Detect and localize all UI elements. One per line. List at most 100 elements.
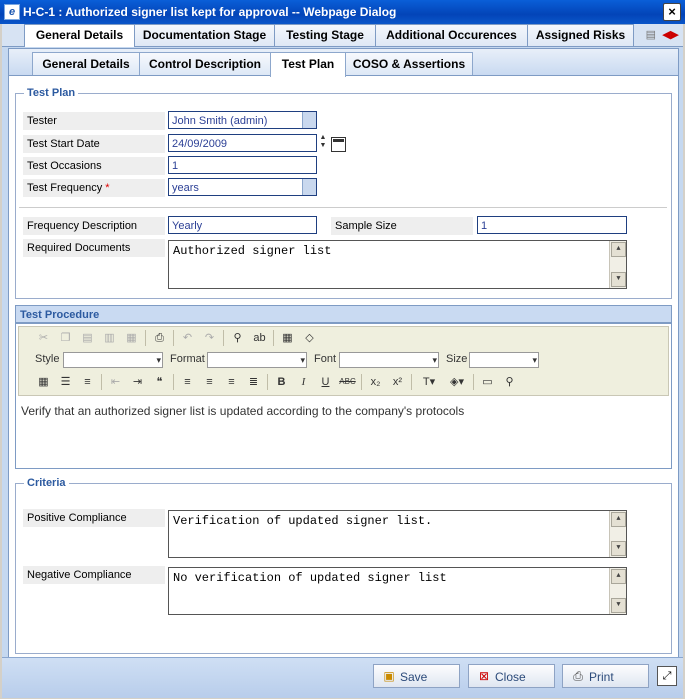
strikethrough-icon[interactable]: ABC: [339, 374, 356, 390]
start-date-input[interactable]: 24/09/2009: [168, 134, 317, 152]
tester-select[interactable]: John Smith (admin): [168, 111, 317, 129]
freq-desc-label: Frequency Description: [23, 217, 165, 235]
toolbar-divider: [411, 374, 412, 390]
scroll-down-icon[interactable]: ▼: [611, 272, 626, 287]
freq-desc-input[interactable]: Yearly: [168, 216, 317, 234]
find-icon[interactable]: ⚲: [229, 330, 246, 346]
subtab-test-plan[interactable]: Test Plan: [270, 52, 346, 77]
negative-compliance-textarea[interactable]: No verification of updated signer list ▲ ▼: [168, 567, 627, 615]
subtab-control-description[interactable]: Control Description: [139, 52, 271, 75]
toolbar-divider: [273, 330, 274, 346]
scroll-down-icon[interactable]: ▼: [611, 598, 626, 613]
size-label: Size: [446, 353, 468, 365]
paste-text-icon[interactable]: ▥: [101, 330, 118, 346]
copy-icon[interactable]: ❐: [57, 330, 74, 346]
list-icon[interactable]: ▤: [646, 29, 656, 41]
tab-testing-stage[interactable]: Testing Stage: [274, 24, 376, 46]
close-button[interactable]: ⊠ Close: [468, 664, 555, 688]
indent-icon[interactable]: ⇥: [129, 374, 146, 390]
date-spinner[interactable]: ▲ ▼: [318, 134, 328, 152]
redo-icon[interactable]: ↷: [201, 330, 218, 346]
dropdown-icon[interactable]: [302, 179, 316, 195]
window-close-button[interactable]: ×: [663, 3, 681, 21]
dropdown-icon[interactable]: [302, 112, 316, 128]
scroll-arrows-icon[interactable]: ◀▶: [662, 29, 679, 41]
scroll-up-icon[interactable]: ▲: [611, 569, 626, 584]
title-bar: e H-C-1 : Authorized signer list kept fo…: [0, 0, 685, 24]
font-select[interactable]: [339, 352, 439, 368]
print-icon[interactable]: ⎙: [151, 330, 168, 346]
scrollbar[interactable]: ▲ ▼: [609, 511, 626, 557]
tab-additional-occurences[interactable]: Additional Occurences: [375, 24, 528, 46]
positive-compliance-textarea[interactable]: Verification of updated signer list. ▲ ▼: [168, 510, 627, 558]
positive-compliance-label: Positive Compliance: [23, 509, 165, 527]
scroll-down-icon[interactable]: ▼: [611, 541, 626, 556]
table-icon[interactable]: ▦: [35, 374, 52, 390]
bold-icon[interactable]: B: [273, 374, 290, 390]
underline-icon[interactable]: U: [317, 374, 334, 390]
toolbar-divider: [173, 330, 174, 346]
frequency-label-text: Test Frequency: [27, 182, 103, 194]
tab-scroll-controls[interactable]: ▤ ◀▶: [646, 28, 679, 41]
subscript-icon[interactable]: x₂: [367, 374, 384, 390]
size-select[interactable]: [469, 352, 539, 368]
outdent-icon[interactable]: ⇤: [107, 374, 124, 390]
print-button[interactable]: ⎙ Print: [562, 664, 649, 688]
start-date-label: Test Start Date: [23, 135, 165, 153]
negative-compliance-label: Negative Compliance: [23, 566, 165, 584]
calendar-icon[interactable]: [331, 137, 346, 152]
align-center-icon[interactable]: ≡: [201, 374, 218, 390]
expand-icon[interactable]: ⤢: [657, 666, 677, 686]
footer-bar: ▣ Save ⊠ Close ⎙ Print ⤢: [2, 657, 683, 698]
replace-icon[interactable]: ab: [251, 330, 268, 346]
save-button[interactable]: ▣ Save: [373, 664, 460, 688]
tab-assigned-risks[interactable]: Assigned Risks: [527, 24, 634, 46]
paste-icon[interactable]: ▤: [79, 330, 96, 346]
text-color-icon[interactable]: T▾: [417, 374, 441, 390]
maximize-icon[interactable]: ▭: [479, 374, 496, 390]
sub-tab-bar: General Details Control Description Test…: [9, 49, 678, 77]
spin-down-icon[interactable]: ▼: [318, 142, 328, 150]
save-label: Save: [400, 670, 428, 684]
scroll-up-icon[interactable]: ▲: [611, 242, 626, 257]
style-select[interactable]: [63, 352, 163, 368]
paste-word-icon[interactable]: ▦: [123, 330, 140, 346]
superscript-icon[interactable]: x²: [389, 374, 406, 390]
preview-icon[interactable]: ⚲: [501, 374, 518, 390]
blockquote-icon[interactable]: ❝: [151, 374, 168, 390]
subtab-general-details[interactable]: General Details: [32, 52, 140, 75]
frequency-select[interactable]: years: [168, 178, 317, 196]
subtab-coso-assertions[interactable]: COSO & Assertions: [345, 52, 473, 75]
align-left-icon[interactable]: ≡: [179, 374, 196, 390]
sample-size-label: Sample Size: [331, 217, 473, 235]
undo-icon[interactable]: ↶: [179, 330, 196, 346]
eraser-icon[interactable]: ◇: [301, 330, 318, 346]
procedure-content[interactable]: Verify that an authorized signer list is…: [18, 400, 669, 466]
occasions-input[interactable]: 1: [168, 156, 317, 174]
bulleted-list-icon[interactable]: ≡: [79, 374, 96, 390]
scrollbar[interactable]: ▲ ▼: [609, 241, 626, 288]
format-label: Format: [170, 353, 205, 365]
close-icon: ⊠: [478, 669, 490, 683]
spin-up-icon[interactable]: ▲: [318, 134, 328, 142]
frequency-value: years: [172, 182, 199, 194]
required-marker: *: [105, 182, 110, 194]
align-right-icon[interactable]: ≡: [223, 374, 240, 390]
required-docs-value: Authorized signer list: [173, 244, 332, 258]
align-justify-icon[interactable]: ≣: [245, 374, 262, 390]
scrollbar[interactable]: ▲ ▼: [609, 568, 626, 614]
scroll-up-icon[interactable]: ▲: [611, 512, 626, 527]
italic-icon[interactable]: I: [295, 374, 312, 390]
tab-general-details[interactable]: General Details: [24, 24, 135, 47]
select-all-icon[interactable]: ▦: [279, 330, 296, 346]
cut-icon[interactable]: ✂: [35, 330, 52, 346]
background-color-icon[interactable]: ◈▾: [445, 374, 469, 390]
frequency-label: Test Frequency *: [23, 179, 165, 197]
format-select[interactable]: [207, 352, 307, 368]
editor-toolbar: ✂ ❐ ▤ ▥ ▦ ⎙ ↶ ↷ ⚲ ab ▦ ◇ Style ▾ Format …: [18, 326, 669, 396]
required-docs-textarea[interactable]: Authorized signer list ▲ ▼: [168, 240, 627, 289]
tab-documentation-stage[interactable]: Documentation Stage: [134, 24, 275, 46]
sample-size-input[interactable]: 1: [477, 216, 627, 234]
ie-icon: e: [4, 4, 20, 20]
numbered-list-icon[interactable]: ☰: [57, 374, 74, 390]
